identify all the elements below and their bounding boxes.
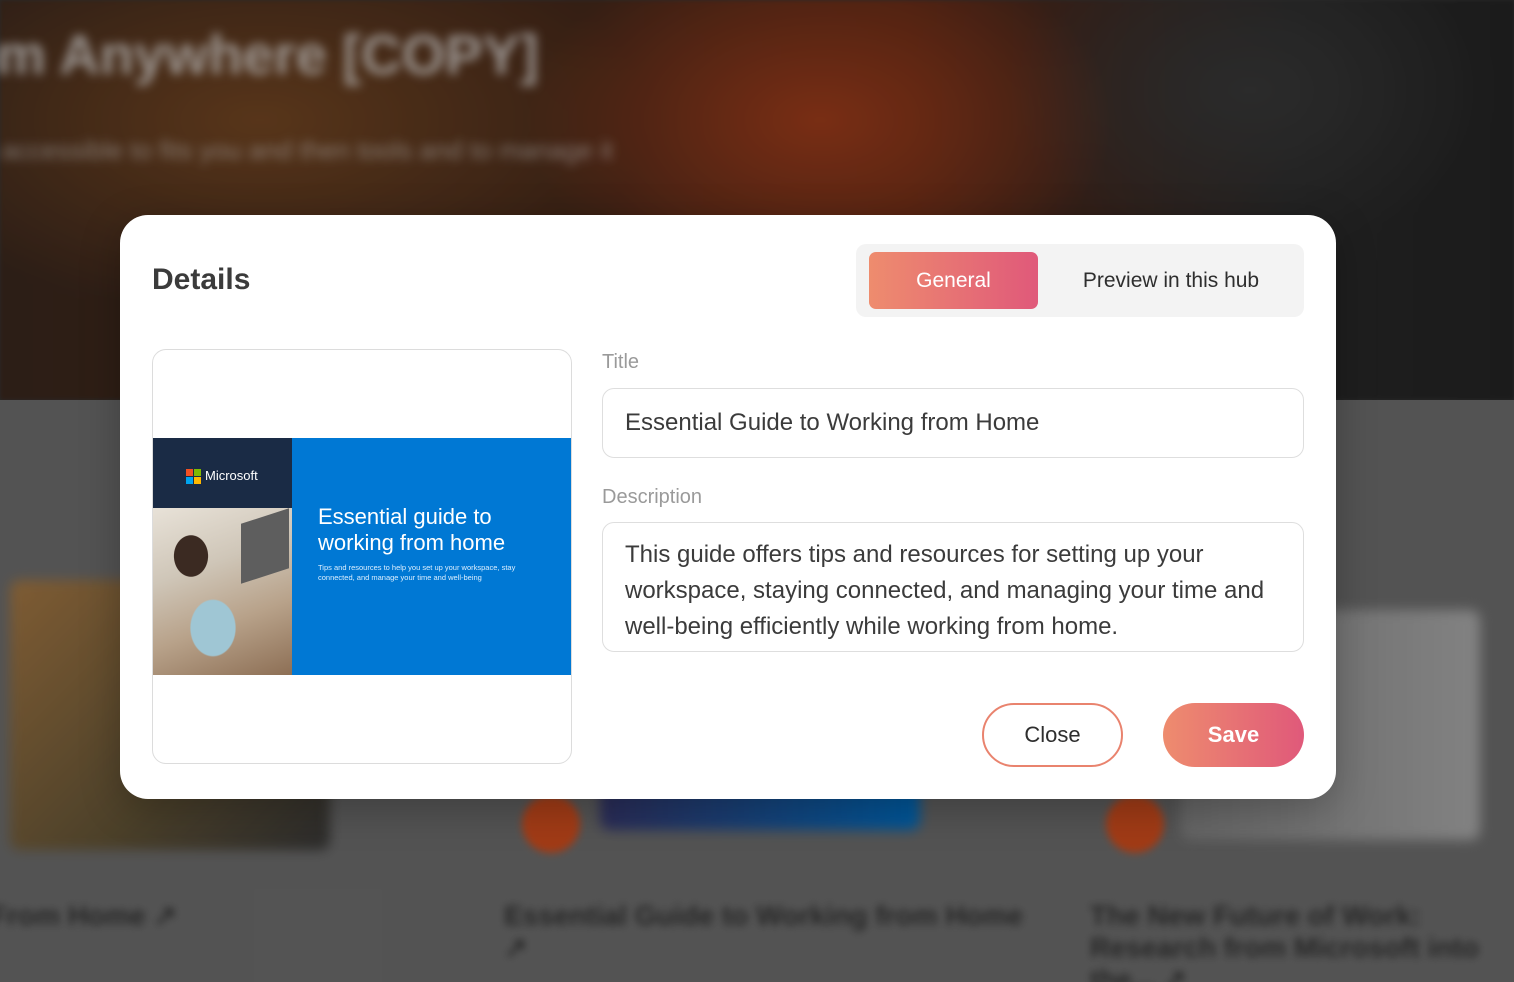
cover-image: Microsoft Essential guide to working fro… <box>153 438 571 675</box>
title-input-value: Essential Guide to Working from Home <box>625 409 1040 436</box>
cover-heading: Essential guide to working from home <box>318 504 506 555</box>
description-label: Description <box>602 486 703 508</box>
description-value: This guide offers tips and resources for… <box>625 541 1265 640</box>
tab-preview-in-hub[interactable]: Preview in this hub <box>1051 252 1291 309</box>
cover-photo-panel: Microsoft <box>153 438 292 675</box>
tab-bar: General Preview in this hub <box>856 244 1304 317</box>
description-textarea[interactable]: This guide offers tips and resources for… <box>602 522 1304 652</box>
close-button[interactable]: Close <box>982 703 1123 767</box>
dialog-title: Details <box>152 263 251 296</box>
thumbnail-preview[interactable]: Microsoft Essential guide to working fro… <box>152 349 572 764</box>
microsoft-logo: Microsoft <box>186 468 258 484</box>
title-label: Title <box>602 351 640 373</box>
save-button[interactable]: Save <box>1163 703 1304 767</box>
tab-general[interactable]: General <box>869 252 1038 309</box>
title-input[interactable]: Essential Guide to Working from Home <box>602 388 1304 458</box>
details-dialog: Details General Preview in this hub Micr… <box>120 215 1336 799</box>
brand-name: Microsoft <box>205 468 258 483</box>
cover-subheading: Tips and resources to help you set up yo… <box>318 563 516 582</box>
microsoft-logo-icon <box>186 468 201 484</box>
